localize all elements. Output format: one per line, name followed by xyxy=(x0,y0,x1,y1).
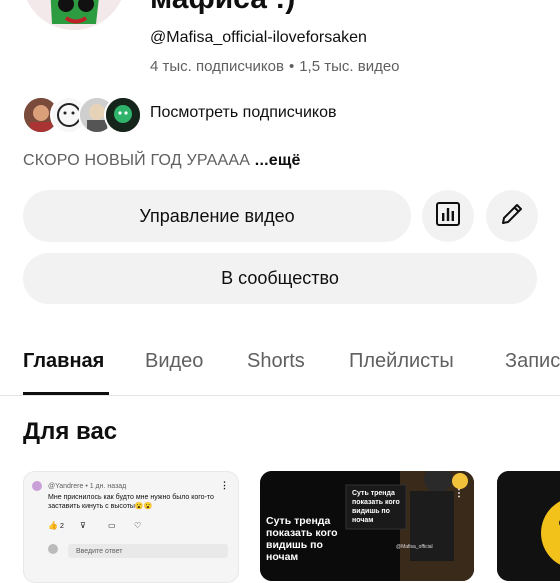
comment-text: Мне приснилось как будто мне нужно было … xyxy=(48,494,214,510)
tab-shorts[interactable]: Shorts xyxy=(247,350,305,373)
channel-description[interactable]: СКОРО НОВЫЙ ГОД УРАААА ...ещё xyxy=(23,152,301,170)
tab-home[interactable]: Главная xyxy=(23,350,104,373)
channel-stats: 4 тыс. подписчиков • 1,5 тыс. видео xyxy=(150,58,400,75)
description-text: СКОРО НОВЫЙ ГОД УРАААА xyxy=(23,152,251,169)
channel-title: мафиса :) xyxy=(150,0,295,16)
overlay-caption: Суть тренда показать кого видишь по ноча… xyxy=(352,490,400,524)
tab-posts[interactable]: Записи xyxy=(505,350,560,373)
comment-author-avatar xyxy=(32,481,42,491)
short-card[interactable] xyxy=(497,471,560,581)
short-card[interactable]: @Yandrere • 1 дн. назад ⋮ Мне приснилось… xyxy=(23,471,239,583)
manage-videos-button[interactable]: Управление видео xyxy=(23,190,411,242)
thumb-down-icon: ⊽ xyxy=(80,521,86,530)
tab-playlists[interactable]: Плейлисты xyxy=(349,350,454,373)
stats-separator: • xyxy=(288,58,295,75)
more-vert-icon: ⋮ xyxy=(220,480,229,490)
svg-text:◦: ◦ xyxy=(106,14,109,24)
tab-videos[interactable]: Видео xyxy=(145,350,203,373)
short-thumbnail xyxy=(497,471,560,581)
community-button[interactable]: В сообщество xyxy=(23,253,537,304)
channel-handle: @Mafisa_official-iloveforsaken xyxy=(150,29,367,46)
subscriber-count: 4 тыс. подписчиков xyxy=(150,58,284,75)
short-caption: Суть тренда показать кого видишь по ноча… xyxy=(266,515,338,563)
pencil-icon xyxy=(499,201,525,232)
subscriber-avatar xyxy=(104,96,142,134)
thumb-up-icon: 👍 xyxy=(48,521,58,530)
analytics-button[interactable] xyxy=(422,190,474,242)
view-subscribers-link[interactable]: Посмотреть подписчиков xyxy=(150,104,336,122)
channel-avatar[interactable]: ◦ xyxy=(22,0,126,30)
channel-tabs: Главная Видео Shorts Плейлисты Записи xyxy=(0,340,560,396)
bar-chart-icon xyxy=(435,201,461,232)
tabs-divider xyxy=(0,395,560,396)
section-title: Для вас xyxy=(23,418,118,445)
heart-icon: ♡ xyxy=(134,521,142,530)
video-count: 1,5 тыс. видео xyxy=(299,58,400,75)
more-vert-icon: ⋮ xyxy=(454,488,464,499)
reply-icon: ▭ xyxy=(108,521,116,530)
channel-label: @Mafisa_official xyxy=(396,544,433,550)
comment-author: @Yandrere • 1 дн. назад xyxy=(48,483,127,490)
reply-avatar xyxy=(48,544,58,554)
edit-channel-button[interactable] xyxy=(486,190,538,242)
more-link[interactable]: ...ещё xyxy=(255,152,301,169)
short-card[interactable]: Суть тренда показать кого видишь по ноча… xyxy=(260,471,474,581)
like-count: 2 xyxy=(60,523,64,530)
reply-input: Введите ответ xyxy=(68,544,228,558)
